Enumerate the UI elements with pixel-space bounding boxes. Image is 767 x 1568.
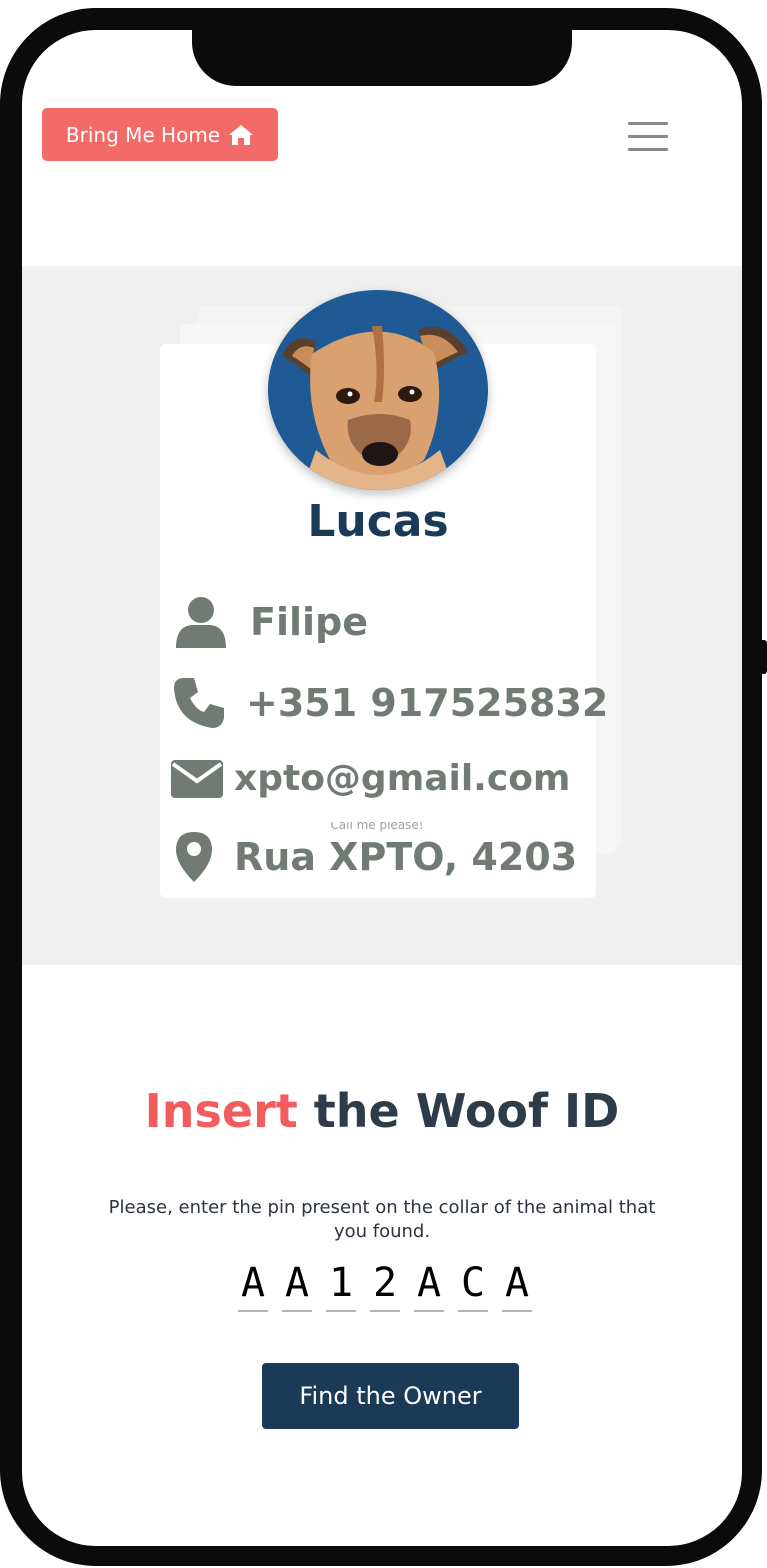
pet-name: Lucas [307,496,449,547]
phone-icon [172,676,226,730]
hamburger-line [628,148,668,151]
phone-notch [192,30,572,86]
title-rest: the Woof ID [313,1084,620,1138]
woof-id-title: Insert the Woof ID [22,1084,742,1138]
phone-row: +351 917525832 [172,676,608,730]
phone-side-button [758,640,767,674]
email-address[interactable]: xpto@gmail.com [234,758,570,799]
hamburger-line [628,122,668,125]
user-icon [174,596,228,648]
pin-digit-input[interactable]: A [414,1258,444,1312]
screen: Bring Me Home Lucas Filipe +351 91752583… [22,30,742,1546]
pin-digit-input[interactable]: A [282,1258,312,1312]
pin-description: Please, enter the pin present on the col… [108,1197,656,1242]
home-icon [229,124,254,145]
pin-input-group: A A 1 2 A C A [238,1258,532,1312]
pin-digit-input[interactable]: C [458,1258,488,1312]
map-marker-icon [172,830,216,884]
address-row: Rua XPTO, 4203 [172,830,577,884]
find-owner-button[interactable]: Find the Owner [262,1363,519,1429]
pin-digit-input[interactable]: A [502,1258,532,1312]
pin-digit-input[interactable]: A [238,1258,268,1312]
owner-name: Filipe [250,600,369,644]
phone-number[interactable]: +351 917525832 [246,681,608,725]
pin-digit-input[interactable]: 1 [326,1258,356,1312]
address: Rua XPTO, 4203 [234,835,578,879]
envelope-icon [170,759,224,799]
owner-row: Filipe [174,596,368,648]
hamburger-line [628,135,668,138]
title-accent: Insert [144,1084,298,1138]
dog-avatar [268,290,488,490]
pin-digit-input[interactable]: 2 [370,1258,400,1312]
hamburger-menu-icon[interactable] [628,122,668,154]
bring-me-home-button[interactable]: Bring Me Home [42,108,278,161]
email-row: xpto@gmail.com [170,758,570,799]
dog-illustration [282,326,468,490]
home-button-label: Bring Me Home [65,122,221,147]
